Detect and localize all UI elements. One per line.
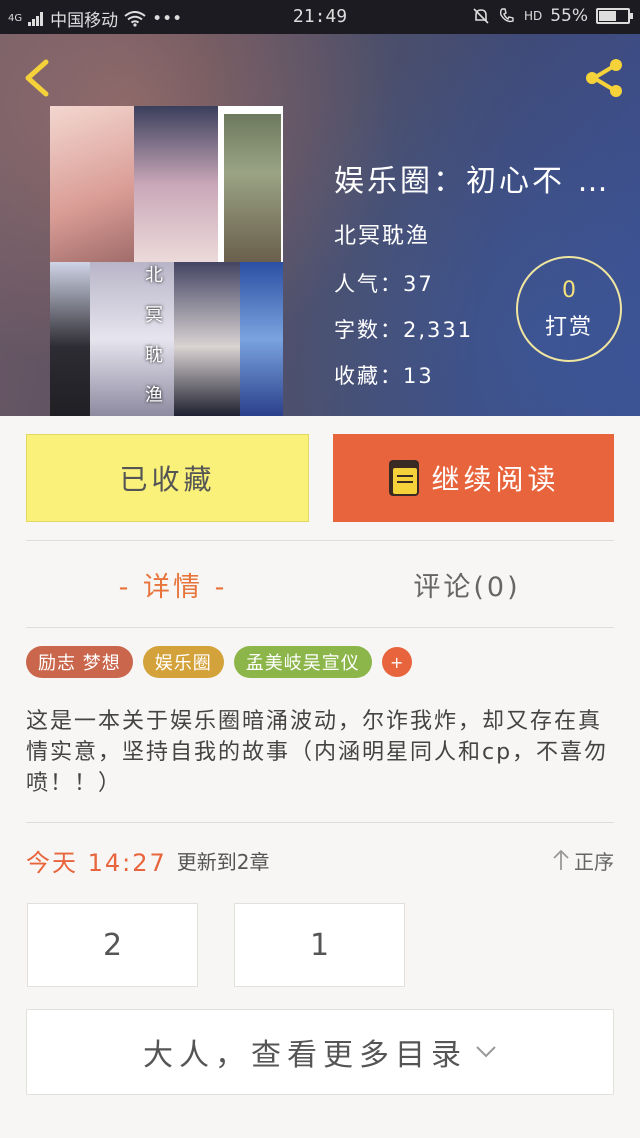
battery-percent: 55% (550, 6, 588, 26)
book-title: 娱乐圈：初心不 … (334, 164, 611, 199)
divider (26, 627, 614, 628)
battery-icon (596, 8, 633, 24)
arrow-up-icon (553, 849, 569, 870)
status-bar: 4G 中国移动 ••• 21:49 HD 55% (0, 0, 640, 34)
tab-comments[interactable]: 评论(0) (320, 542, 614, 626)
book-icon (389, 460, 420, 496)
tag-item[interactable]: 孟美岐吴宣仪 (233, 646, 372, 678)
tag-item[interactable]: 励志 梦想 (26, 646, 133, 678)
tab-bar: - 详情 - 评论(0) (26, 542, 614, 626)
book-description: 这是一本关于娱乐圈暗涌波动，尔诈我炸，却又存在真情实意，坚持自我的故事（内涵明星… (26, 709, 609, 796)
book-cover[interactable]: 北冥耽渔 (50, 106, 283, 416)
book-header: 北冥耽渔 娱乐圈：初心不 … 北冥耽渔 人气：37 字数：2,331 收藏：13… (0, 34, 640, 416)
favorited-label: 已收藏 (119, 463, 216, 496)
tag-item[interactable]: 娱乐圈 (142, 646, 224, 678)
mute-bell-icon (473, 8, 489, 24)
reward-label: 打赏 (544, 315, 593, 340)
more-catalog-label: 大人，查看更多目录 (143, 1038, 467, 1073)
more-catalog-button[interactable]: 大人，查看更多目录 (26, 1009, 614, 1095)
divider (26, 540, 614, 541)
reward-button[interactable]: 0 打赏 (516, 256, 622, 362)
update-text: 更新到2章 (176, 849, 270, 874)
chapter-item[interactable]: 2 (27, 903, 198, 987)
back-arrow-icon[interactable] (18, 56, 54, 100)
update-time: 今天 14:27 (26, 848, 167, 877)
continue-reading-label: 继续阅读 (431, 463, 560, 496)
reward-count: 0 (562, 278, 576, 303)
tab-details[interactable]: - 详情 - (26, 542, 320, 626)
chevron-down-icon (476, 1046, 496, 1058)
favorites-stat: 收藏：13 (334, 364, 434, 388)
add-tag-button[interactable]: + (381, 647, 412, 677)
continue-reading-button[interactable]: 继续阅读 (333, 434, 614, 522)
divider (26, 822, 614, 823)
update-row: 今天 14:27 更新到2章 正序 (26, 838, 614, 882)
book-author[interactable]: 北冥耽渔 (334, 218, 634, 250)
call-icon (499, 8, 514, 23)
hd-indicator: HD (523, 9, 543, 23)
favorited-button[interactable]: 已收藏 (26, 434, 309, 522)
sort-order-label: 正序 (574, 849, 614, 874)
tag-list: 励志 梦想 娱乐圈 孟美岐吴宣仪 + (26, 646, 412, 678)
cover-author-text: 北冥耽渔 (145, 265, 163, 406)
sort-order-button[interactable]: 正序 (552, 846, 614, 875)
share-icon[interactable] (580, 54, 628, 102)
chapter-item[interactable]: 1 (234, 903, 405, 987)
